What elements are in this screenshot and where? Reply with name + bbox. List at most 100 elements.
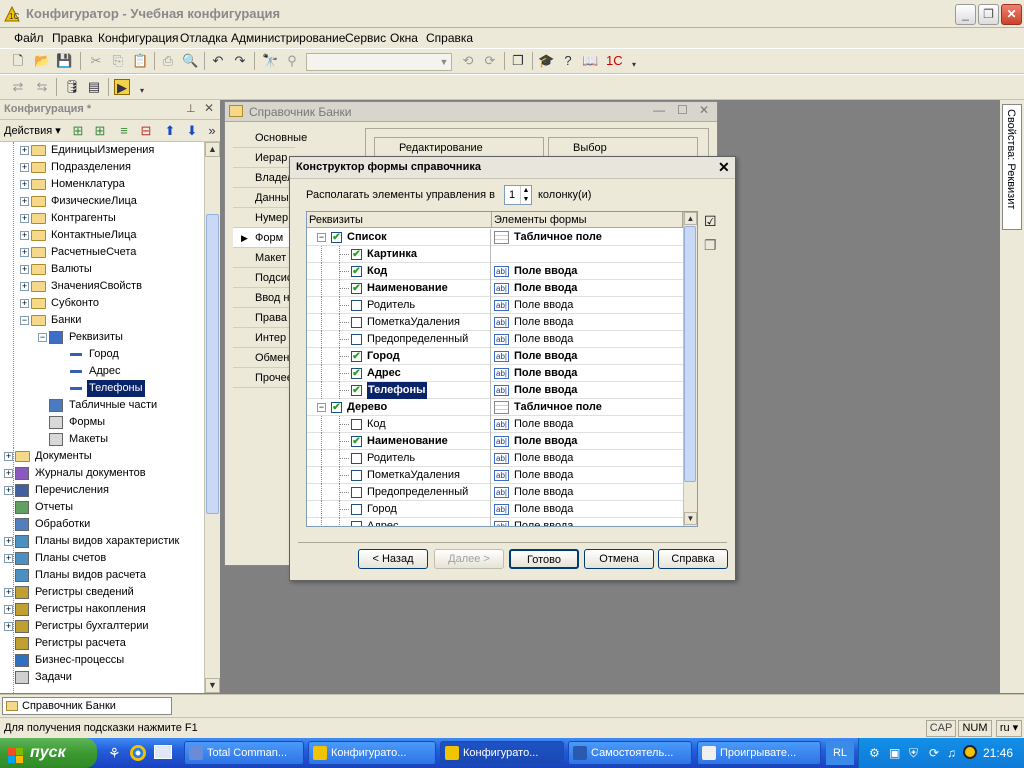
maximize-icon[interactable]: ☐ <box>677 103 688 117</box>
taskbar-task[interactable]: Конфигурато... <box>308 741 436 765</box>
expand-icon[interactable]: + <box>20 214 29 223</box>
catalog-tab[interactable]: Нумер <box>233 208 295 228</box>
tree-node[interactable]: + Регистры накопления <box>0 601 204 618</box>
paste-icon[interactable]: 📋 <box>132 53 148 69</box>
expand-icon[interactable]: + <box>20 163 29 172</box>
security-icon[interactable]: ⛨ <box>909 746 918 761</box>
merge-icon[interactable]: ⇆ <box>34 79 50 95</box>
attribute-checkbox[interactable] <box>351 317 362 328</box>
quick-launch-desktop-icon[interactable] <box>154 745 172 759</box>
tree-node[interactable]: + ЗначенияСвойств <box>0 278 204 295</box>
attribute-checkbox[interactable] <box>351 487 362 498</box>
pin-icon[interactable]: ⊥ <box>186 102 196 115</box>
expand-icon[interactable]: + <box>4 588 13 597</box>
columns-spinner[interactable]: 1 ▲ ▼ <box>504 185 532 205</box>
expand-icon[interactable]: + <box>20 248 29 257</box>
panel-close-icon[interactable]: ✕ <box>204 101 214 115</box>
catalog-tab[interactable]: ▶ Форм <box>233 228 295 248</box>
attribute-checkbox[interactable]: ✔ <box>331 402 342 413</box>
uncheck-all-icon[interactable]: ❐ <box>704 237 717 254</box>
minimize-icon[interactable]: — <box>653 103 665 117</box>
form-element-cell[interactable] <box>492 246 683 263</box>
help-button[interactable]: Справка <box>658 549 728 569</box>
tree-node[interactable]: Регистры расчета <box>0 635 204 652</box>
menu-help[interactable]: Справка <box>426 31 473 45</box>
grid-row[interactable]: ПометкаУдаления ab| Поле ввода <box>307 314 683 331</box>
expand-icon[interactable]: + <box>20 197 29 206</box>
form-element-cell[interactable]: ab| Поле ввода <box>492 280 683 297</box>
taskbar-task[interactable]: Проигрывате... <box>697 741 821 765</box>
tree-node[interactable]: Город <box>0 346 204 363</box>
tree-node[interactable]: Задачи <box>0 669 204 686</box>
tree-node[interactable]: Телефоны <box>0 380 204 397</box>
help-search-icon[interactable]: ? <box>560 53 576 69</box>
scroll-up-button[interactable]: ▲ <box>205 142 220 157</box>
grid-row[interactable]: Родитель ab| Поле ввода <box>307 450 683 467</box>
attribute-checkbox[interactable]: ✔ <box>351 351 362 362</box>
tree-node[interactable]: Адрес <box>0 363 204 380</box>
find-icon[interactable]: 🔭 <box>262 53 278 69</box>
start-button[interactable]: пуск <box>0 738 97 768</box>
expand-icon[interactable]: + <box>4 605 13 614</box>
taskbar-task[interactable]: Конфигурато... <box>440 741 564 765</box>
catalog-tab[interactable]: Иерар <box>233 148 295 168</box>
tree-node[interactable]: Макеты <box>0 431 204 448</box>
attribute-checkbox[interactable] <box>351 300 362 311</box>
syntax-helper-icon[interactable]: 🎓 <box>538 53 554 69</box>
tree-node[interactable]: + Субконто <box>0 295 204 312</box>
form-element-cell[interactable]: ab| Поле ввода <box>492 382 683 399</box>
grid-row[interactable]: Город ab| Поле ввода <box>307 501 683 518</box>
minimize-button[interactable]: _ <box>955 4 976 25</box>
form-element-cell[interactable]: ab| Поле ввода <box>492 484 683 501</box>
tree-node[interactable]: + КонтактныеЛица <box>0 227 204 244</box>
grid-row[interactable]: Родитель ab| Поле ввода <box>307 297 683 314</box>
windows-icon[interactable]: ❐ <box>510 53 526 69</box>
grid-header-attributes[interactable]: Реквизиты <box>307 212 492 228</box>
grid-row[interactable]: ✔ Наименование ab| Поле ввода <box>307 280 683 297</box>
catalog-tab[interactable]: Макет <box>233 248 295 268</box>
tree-node[interactable]: + Журналы документов <box>0 465 204 482</box>
expand-icon[interactable]: + <box>4 469 13 478</box>
menu-file[interactable]: Файл <box>14 31 44 45</box>
sync-icon[interactable]: ⟳ <box>929 746 939 760</box>
volume-icon[interactable]: ♫ <box>947 746 956 760</box>
form-element-cell[interactable]: Табличное поле <box>492 399 683 416</box>
catalog-tab[interactable]: Права <box>233 308 295 328</box>
form-element-cell[interactable]: ab| Поле ввода <box>492 365 683 382</box>
form-element-cell[interactable]: ab| Поле ввода <box>492 348 683 365</box>
grid-scrollbar[interactable]: ▲ ▼ <box>683 212 697 526</box>
catalog-tab[interactable]: Прочее <box>233 368 295 388</box>
add-icon[interactable]: ⊞ <box>70 123 86 139</box>
catalog-tab[interactable]: Ввод н <box>233 288 295 308</box>
window-tab-catalog[interactable]: Справочник Банки <box>2 697 172 715</box>
expand-icon[interactable]: + <box>4 486 13 495</box>
menu-windows[interactable]: Окна <box>390 31 418 45</box>
copy-icon[interactable]: ⎘ <box>110 53 126 69</box>
spin-down-icon[interactable]: ▼ <box>520 195 531 204</box>
tree-node[interactable]: − Реквизиты <box>0 329 204 346</box>
run-more-icon[interactable]: ▾ <box>134 83 150 99</box>
print-icon[interactable]: ⎙ <box>160 53 176 69</box>
form-element-cell[interactable]: ab| Поле ввода <box>492 263 683 280</box>
search-combo[interactable]: ▼ <box>306 53 452 71</box>
close-button[interactable]: ✕ <box>1001 4 1022 25</box>
tree-node[interactable]: + ЕдиницыИзмерения <box>0 142 204 159</box>
taskbar-task[interactable]: Total Comman... <box>184 741 304 765</box>
catalog-tab[interactable]: Подсис <box>233 268 295 288</box>
more-icon[interactable]: » <box>204 123 220 139</box>
attribute-checkbox[interactable]: ✔ <box>331 232 342 243</box>
form-element-cell[interactable]: ab| Поле ввода <box>492 518 683 526</box>
preview-icon[interactable]: 🔍 <box>182 53 198 69</box>
save-icon[interactable]: 💾 <box>56 53 72 69</box>
grid-row[interactable]: ✔ Код ab| Поле ввода <box>307 263 683 280</box>
expand-icon[interactable]: + <box>4 452 13 461</box>
about-icon[interactable]: 1С <box>606 53 623 69</box>
attribute-checkbox[interactable]: ✔ <box>351 436 362 447</box>
expand-icon[interactable]: + <box>4 537 13 546</box>
expand-icon[interactable]: + <box>20 231 29 240</box>
grid-row[interactable]: − ✔ Список Табличное поле <box>307 229 683 246</box>
back-button[interactable]: < Назад <box>358 549 428 569</box>
actions-menu[interactable]: Действия ▾ <box>4 124 61 137</box>
grid-header-elements[interactable]: Элементы формы <box>492 212 683 228</box>
tree-node[interactable]: + Планы видов характеристик <box>0 533 204 550</box>
